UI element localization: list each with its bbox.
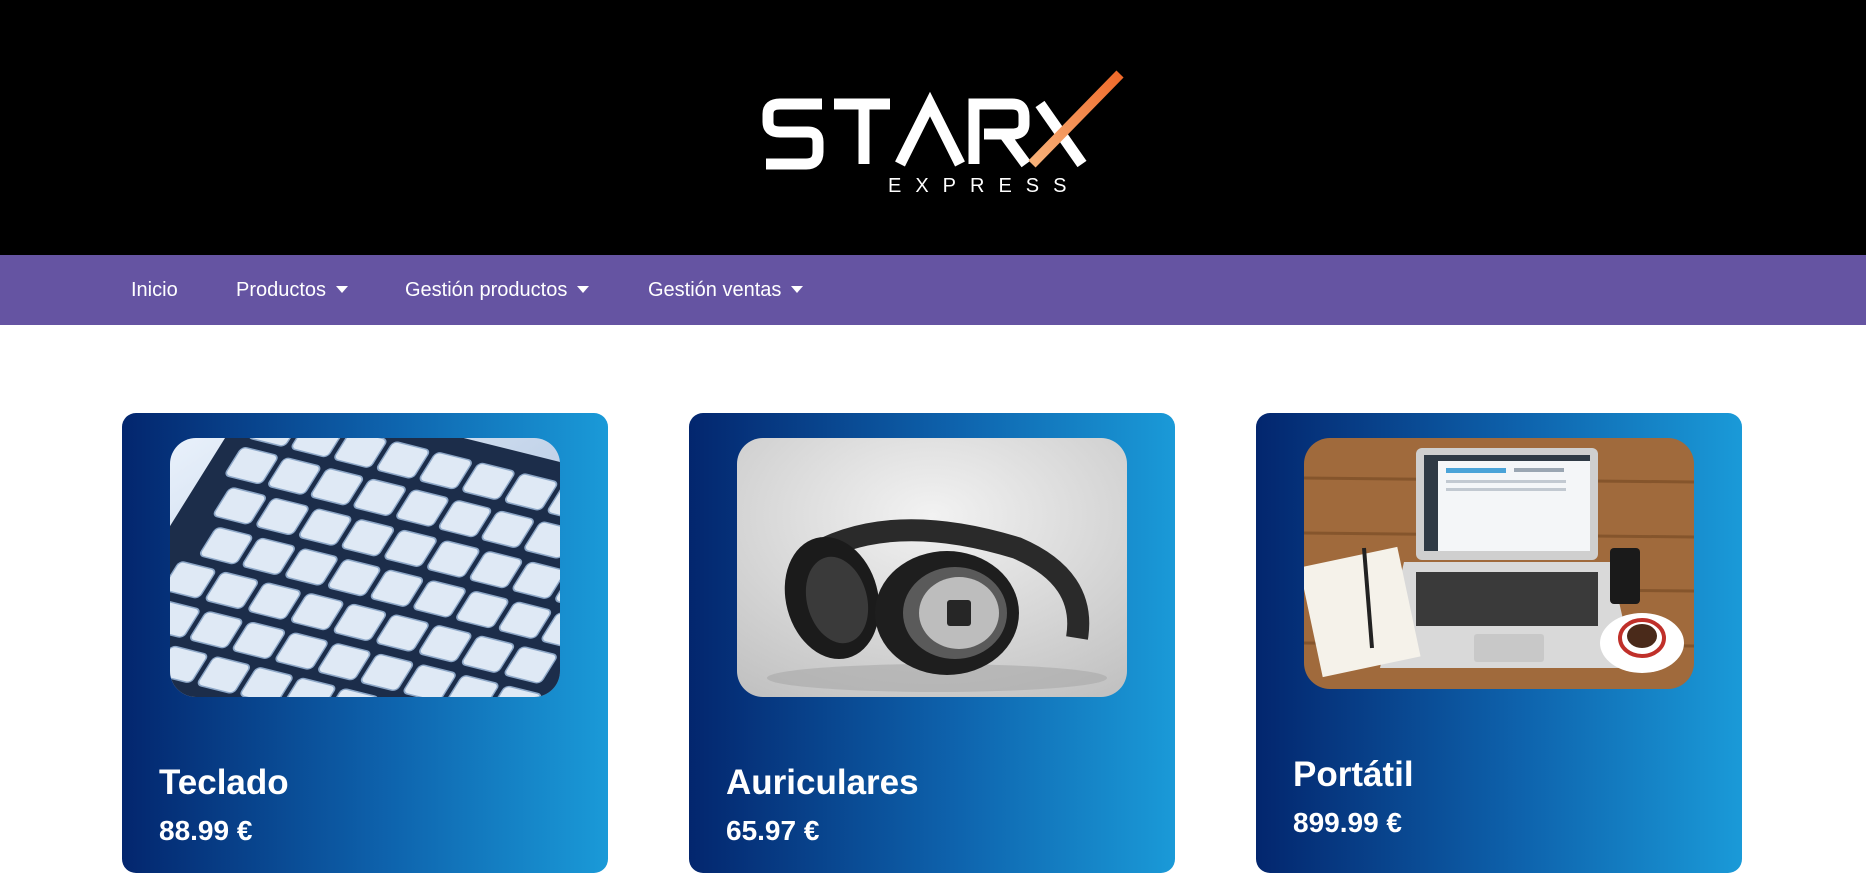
product-card-auriculares[interactable]: Auriculares 65.97 € [689, 413, 1175, 873]
caret-down-icon [336, 286, 349, 293]
laptop-desk-image [1304, 438, 1694, 689]
laptop-illustration [1304, 438, 1694, 689]
keyboard-illustration [170, 438, 560, 697]
headphones-illustration [737, 438, 1127, 697]
nav-inicio-label: Inicio [131, 279, 178, 301]
nav-productos[interactable]: Productos [236, 255, 349, 325]
product-name: Teclado [159, 763, 289, 802]
logo-subtitle: EXPRESS [888, 175, 1080, 197]
product-price: 65.97 € [726, 815, 820, 846]
product-price: 899.99 € [1293, 807, 1402, 838]
caret-down-icon [577, 286, 590, 293]
product-price: 88.99 € [159, 815, 253, 846]
logo-graphic: EXPRESS [762, 70, 1124, 197]
product-card-teclado[interactable]: Teclado 88.99 € [122, 413, 608, 873]
nav-productos-label: Productos [236, 279, 327, 301]
site-header: EXPRESS [0, 0, 1866, 255]
product-name: Portátil [1293, 755, 1414, 794]
headphones-image [737, 438, 1127, 697]
nav-gestion-productos[interactable]: Gestión productos [405, 255, 590, 325]
product-card-portatil[interactable]: Portátil 899.99 € [1256, 413, 1742, 873]
nav-inicio[interactable]: Inicio [131, 255, 178, 325]
caret-down-icon [791, 286, 804, 293]
nav-gestion-ventas-label: Gestión ventas [648, 279, 782, 301]
starx-express-logo[interactable]: EXPRESS [760, 68, 1125, 198]
product-name: Auriculares [726, 763, 919, 802]
keyboard-image [170, 438, 560, 697]
nav-gestion-productos-label: Gestión productos [405, 279, 568, 301]
main-navbar: Inicio Productos Gestión productos Gesti… [0, 255, 1866, 325]
nav-gestion-ventas[interactable]: Gestión ventas [648, 255, 804, 325]
